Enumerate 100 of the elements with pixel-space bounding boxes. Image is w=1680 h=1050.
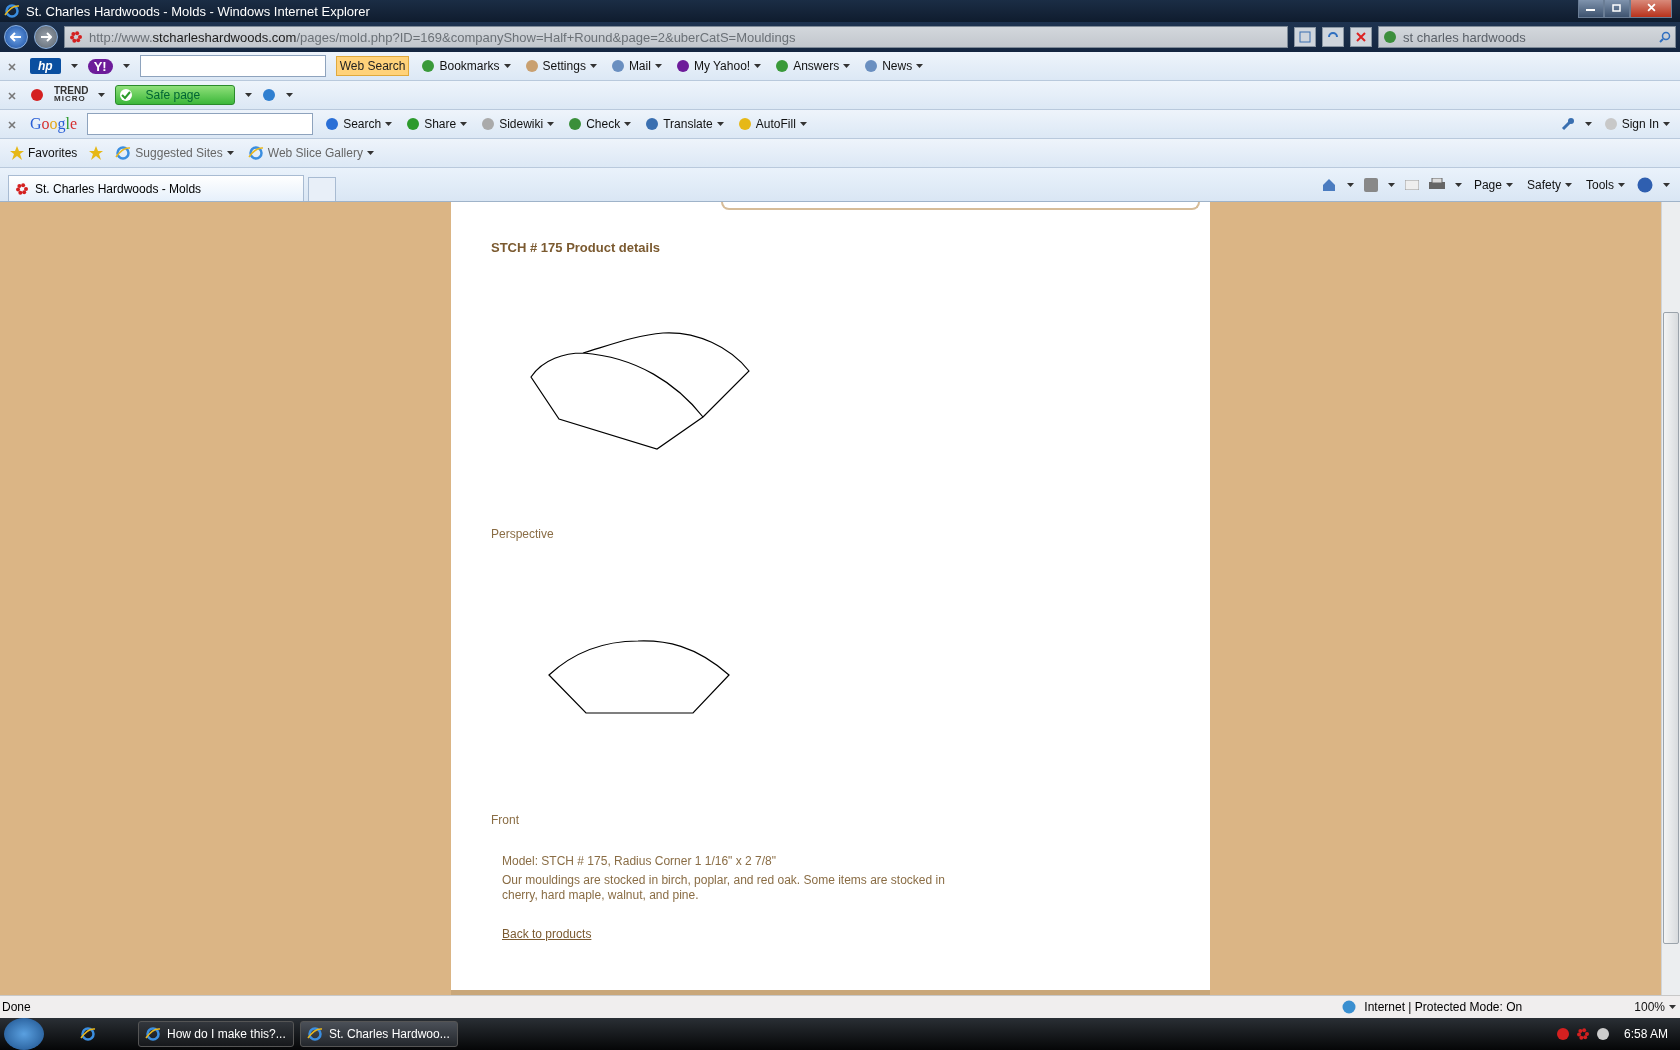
restore-icon[interactable] (1612, 3, 1622, 12)
stop-icon[interactable] (1355, 31, 1367, 43)
google-search-field[interactable] (87, 113, 314, 135)
caret-icon[interactable] (916, 64, 924, 68)
caret-icon[interactable] (716, 122, 724, 126)
caret-icon[interactable] (1346, 182, 1354, 187)
caret-icon[interactable] (503, 64, 511, 68)
search-field[interactable]: st charles hardwoods (1378, 26, 1676, 48)
hp-logo[interactable]: hp (30, 58, 61, 74)
caret-icon[interactable] (1584, 122, 1592, 126)
close-icon[interactable] (8, 120, 16, 129)
caret-icon[interactable] (1505, 182, 1513, 187)
restore-button[interactable] (1604, 0, 1630, 18)
caret-icon[interactable] (70, 64, 78, 68)
address-field[interactable]: http://www.stcharleshardwoods.com/pages/mold.php?ID=169&companyShow=Half+Round&page=2&uberCatS=Mouldings (64, 26, 1288, 48)
caret-icon[interactable] (1618, 182, 1625, 187)
caret-icon[interactable] (547, 122, 555, 126)
scrollbar[interactable] (1661, 202, 1680, 995)
back-arrow-icon[interactable] (10, 32, 22, 42)
ie-icon (4, 3, 20, 19)
forward-arrow-icon[interactable] (40, 32, 52, 42)
toolbar-button[interactable]: Answers (773, 57, 853, 75)
zoom-button[interactable]: 100% (1632, 998, 1678, 1016)
caret-icon[interactable] (460, 122, 468, 126)
scrollbar-thumb[interactable] (1663, 312, 1679, 944)
taskbar-window-button[interactable]: How do I make this?... (138, 1021, 294, 1047)
ie-icon (80, 1026, 96, 1042)
caret-icon[interactable] (245, 93, 253, 97)
ie-icon (247, 145, 264, 161)
toolbar-button[interactable]: Search (323, 115, 395, 133)
toolbar-button[interactable]: Bookmarks (419, 57, 513, 75)
favorites-button[interactable]: Favorites (8, 144, 80, 162)
toolbar-icon (481, 117, 496, 131)
caret-icon[interactable] (589, 64, 597, 68)
caret-icon[interactable] (366, 151, 374, 155)
toolbar-icon (737, 117, 752, 131)
toolbar-button[interactable]: Settings (522, 57, 599, 75)
safe-page-button[interactable]: Safe page (115, 85, 236, 105)
caret-icon[interactable] (654, 64, 662, 68)
caret-icon[interactable] (1565, 182, 1572, 187)
security-zone-text: Internet | Protected Mode: On (1364, 1000, 1524, 1014)
toolbar-icon (610, 59, 625, 73)
caret-icon[interactable] (1663, 182, 1670, 187)
caret-icon[interactable] (1669, 1005, 1676, 1009)
toolbar-button[interactable]: AutoFill (735, 115, 809, 133)
toolbar-icon (325, 117, 340, 131)
favorites-link[interactable]: Suggested Sites (113, 143, 236, 163)
caret-icon[interactable] (843, 64, 851, 68)
caret-icon[interactable] (1663, 122, 1670, 126)
command-menu[interactable]: Page (1471, 175, 1515, 194)
trend-micro-logo: TREND MICRO (54, 87, 89, 103)
view-caption: Perspective (491, 527, 555, 541)
toolbar-button[interactable]: Translate (643, 115, 726, 133)
caret-icon[interactable] (1387, 182, 1395, 187)
minimize-button[interactable] (1578, 0, 1604, 18)
yahoo-logo[interactable]: Y! (87, 58, 113, 74)
print-icon[interactable] (1428, 177, 1445, 192)
wrench-icon[interactable] (1560, 117, 1575, 131)
caret-icon[interactable] (286, 93, 294, 97)
stop-button[interactable] (1350, 27, 1372, 47)
star-icon[interactable] (10, 146, 24, 160)
caret-icon[interactable] (754, 64, 762, 68)
caret-icon[interactable] (226, 151, 234, 155)
command-menu[interactable]: Safety (1524, 175, 1574, 194)
back-button[interactable] (4, 25, 28, 49)
forward-button[interactable] (34, 25, 58, 49)
close-button[interactable] (1630, 0, 1672, 18)
caret-icon[interactable] (624, 122, 632, 126)
sign-in-button[interactable]: Sign In (1601, 115, 1672, 133)
toolbar-icon (645, 117, 660, 131)
toolbar-button[interactable]: Sidewiki (479, 115, 557, 133)
home-icon[interactable] (1320, 176, 1337, 193)
toolbar-button[interactable]: Check (566, 115, 634, 133)
back-to-products-link[interactable]: Back to products (502, 927, 592, 941)
favorites-link[interactable]: Web Slice Gallery (245, 143, 376, 163)
google-logo: Google (30, 115, 78, 133)
browser-tab[interactable]: St. Charles Hardwoods - Molds (8, 175, 304, 201)
toolbar-button[interactable]: My Yahoo! (673, 57, 764, 75)
toolbar-button[interactable]: Mail (608, 57, 664, 75)
toolbar-button[interactable]: News (862, 57, 926, 75)
start-button[interactable] (4, 1018, 44, 1050)
close-icon[interactable] (8, 62, 16, 71)
ie-icon (145, 1026, 161, 1042)
caret-icon[interactable] (98, 93, 106, 97)
caret-icon[interactable] (385, 122, 393, 126)
web-search-button[interactable]: Web Search (335, 56, 410, 76)
close-icon[interactable] (8, 91, 16, 100)
search-field[interactable] (139, 55, 326, 77)
taskbar-window-button[interactable]: St. Charles Hardwoo... (300, 1021, 458, 1047)
caret-icon[interactable] (1454, 182, 1462, 187)
toolbar-icon (775, 59, 790, 73)
toolbar-button[interactable]: Share (404, 115, 470, 133)
refresh-button[interactable] (1322, 27, 1344, 47)
checkmark-icon (119, 88, 134, 102)
command-menu[interactable]: Tools (1584, 175, 1627, 194)
caret-icon[interactable] (122, 64, 130, 68)
caret-icon[interactable] (799, 122, 807, 126)
flower-icon (69, 30, 83, 44)
ie-icon (115, 145, 132, 161)
model-text: Model: STCH # 175, Radius Corner 1 1/16" x 2 7/8" (502, 854, 777, 869)
